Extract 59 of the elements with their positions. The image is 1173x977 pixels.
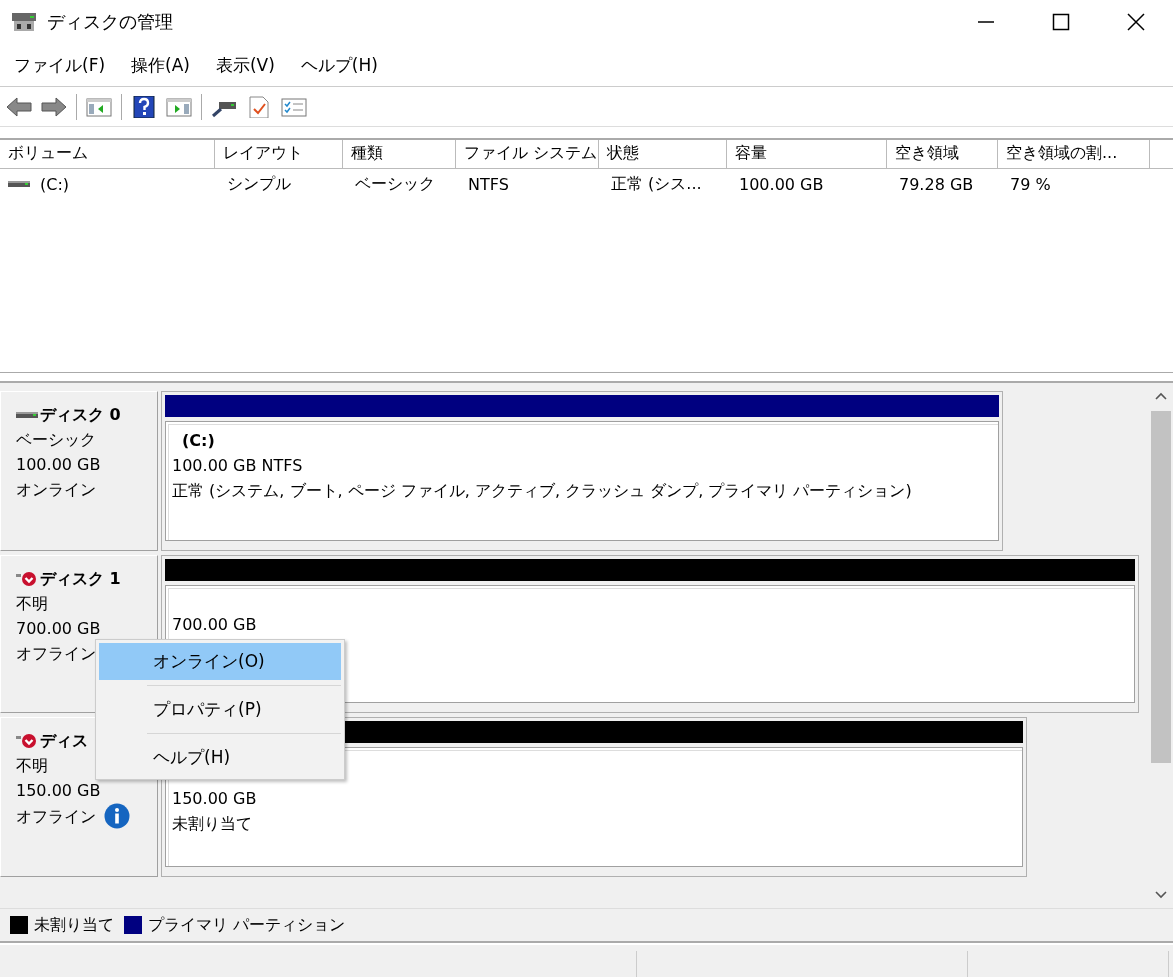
table-cell-text: 100.00 GB (738, 174, 825, 194)
maximize-icon[interactable] (1050, 13, 1071, 31)
column-header[interactable]: 空き領域の割... (998, 140, 1150, 168)
legend-label: 未割り当て (34, 914, 114, 936)
chevron-up-icon[interactable] (1155, 392, 1167, 400)
partition[interactable]: (C:) 100.00 GB NTFS 正常 (システム, ブート, ページ ファイル, アクティブ, クラッシュ ダンプ, プライマリ パーティション) (161, 391, 1003, 551)
volume-label: (C:) (181, 430, 216, 452)
scroll-thumb[interactable] (1151, 411, 1171, 763)
disk-info: 150.00 GB (16, 780, 101, 802)
disk-info: オンライン (16, 479, 96, 501)
menu-item[interactable]: オンライン(O) (99, 643, 341, 680)
table-cell-text: 79.28 GB (898, 174, 975, 194)
column-header[interactable]: 種類 (343, 140, 456, 168)
column-header[interactable]: 容量 (727, 140, 887, 168)
table-cell-text: ベーシック (354, 173, 436, 195)
column-header[interactable]: 空き領域 (887, 140, 998, 168)
menu-item[interactable]: ヘルプ(H) (291, 49, 387, 81)
column-header[interactable]: レイアウト (215, 140, 343, 168)
disk-name: ディスク 0 (40, 404, 121, 426)
window-title: ディスクの管理 (47, 10, 173, 34)
table-cell: (C:) (40, 174, 70, 194)
menu-item[interactable]: ファイル(F) (5, 49, 115, 81)
checked-document-icon[interactable] (246, 96, 272, 118)
partition-info: 未割り当て (172, 813, 253, 835)
close-icon[interactable] (1125, 13, 1146, 31)
back-icon[interactable] (6, 96, 32, 118)
disk-icon (11, 11, 37, 33)
panel-icon[interactable] (166, 96, 192, 118)
disk-name: ディス (40, 730, 88, 752)
table-cell-text: シンプル (226, 173, 292, 195)
chevron-down-icon[interactable] (1155, 891, 1167, 899)
help-icon[interactable] (131, 96, 157, 118)
partition-info: 正常 (システム, ブート, ページ ファイル, アクティブ, クラッシュ ダンプ, プライマリ パーティション) (172, 480, 913, 502)
disk-info: 100.00 GB (16, 454, 101, 476)
panel-icon[interactable] (86, 96, 112, 118)
disk-info: 不明 (16, 755, 48, 777)
menu-item[interactable]: 操作(A) (122, 49, 199, 81)
disk-info: ベーシック (16, 429, 96, 451)
column-header[interactable]: 状態 (599, 140, 727, 168)
table-cell-text: 正常 (シス... (610, 173, 703, 195)
disk-info: オフライン (16, 805, 96, 828)
disk-info: 700.00 GB (16, 618, 101, 640)
table-cell-text: NTFS (467, 174, 510, 194)
menu-item[interactable]: 表示(V) (206, 49, 284, 81)
legend-label: プライマリ パーティション (148, 914, 346, 936)
disk-info: オフライン (16, 643, 96, 665)
disk-panel[interactable]: ディスク 0 ベーシック 100.00 GB オンライン (0, 391, 158, 551)
column-header[interactable]: ファイル システム (456, 140, 599, 168)
column-header[interactable]: ボリューム (0, 140, 215, 168)
disk-name: ディスク 1 (40, 568, 121, 590)
table-cell-text: 79 % (1009, 174, 1052, 194)
partition-info: 100.00 GB NTFS (172, 455, 304, 477)
info-icon[interactable] (104, 803, 130, 829)
forward-icon[interactable] (41, 96, 67, 118)
disk-info: 不明 (16, 593, 48, 615)
partition-info: 700.00 GB (172, 614, 258, 636)
partition-info: 150.00 GB (172, 788, 258, 810)
checklist-icon[interactable] (281, 96, 307, 118)
drive-icon (8, 178, 30, 190)
